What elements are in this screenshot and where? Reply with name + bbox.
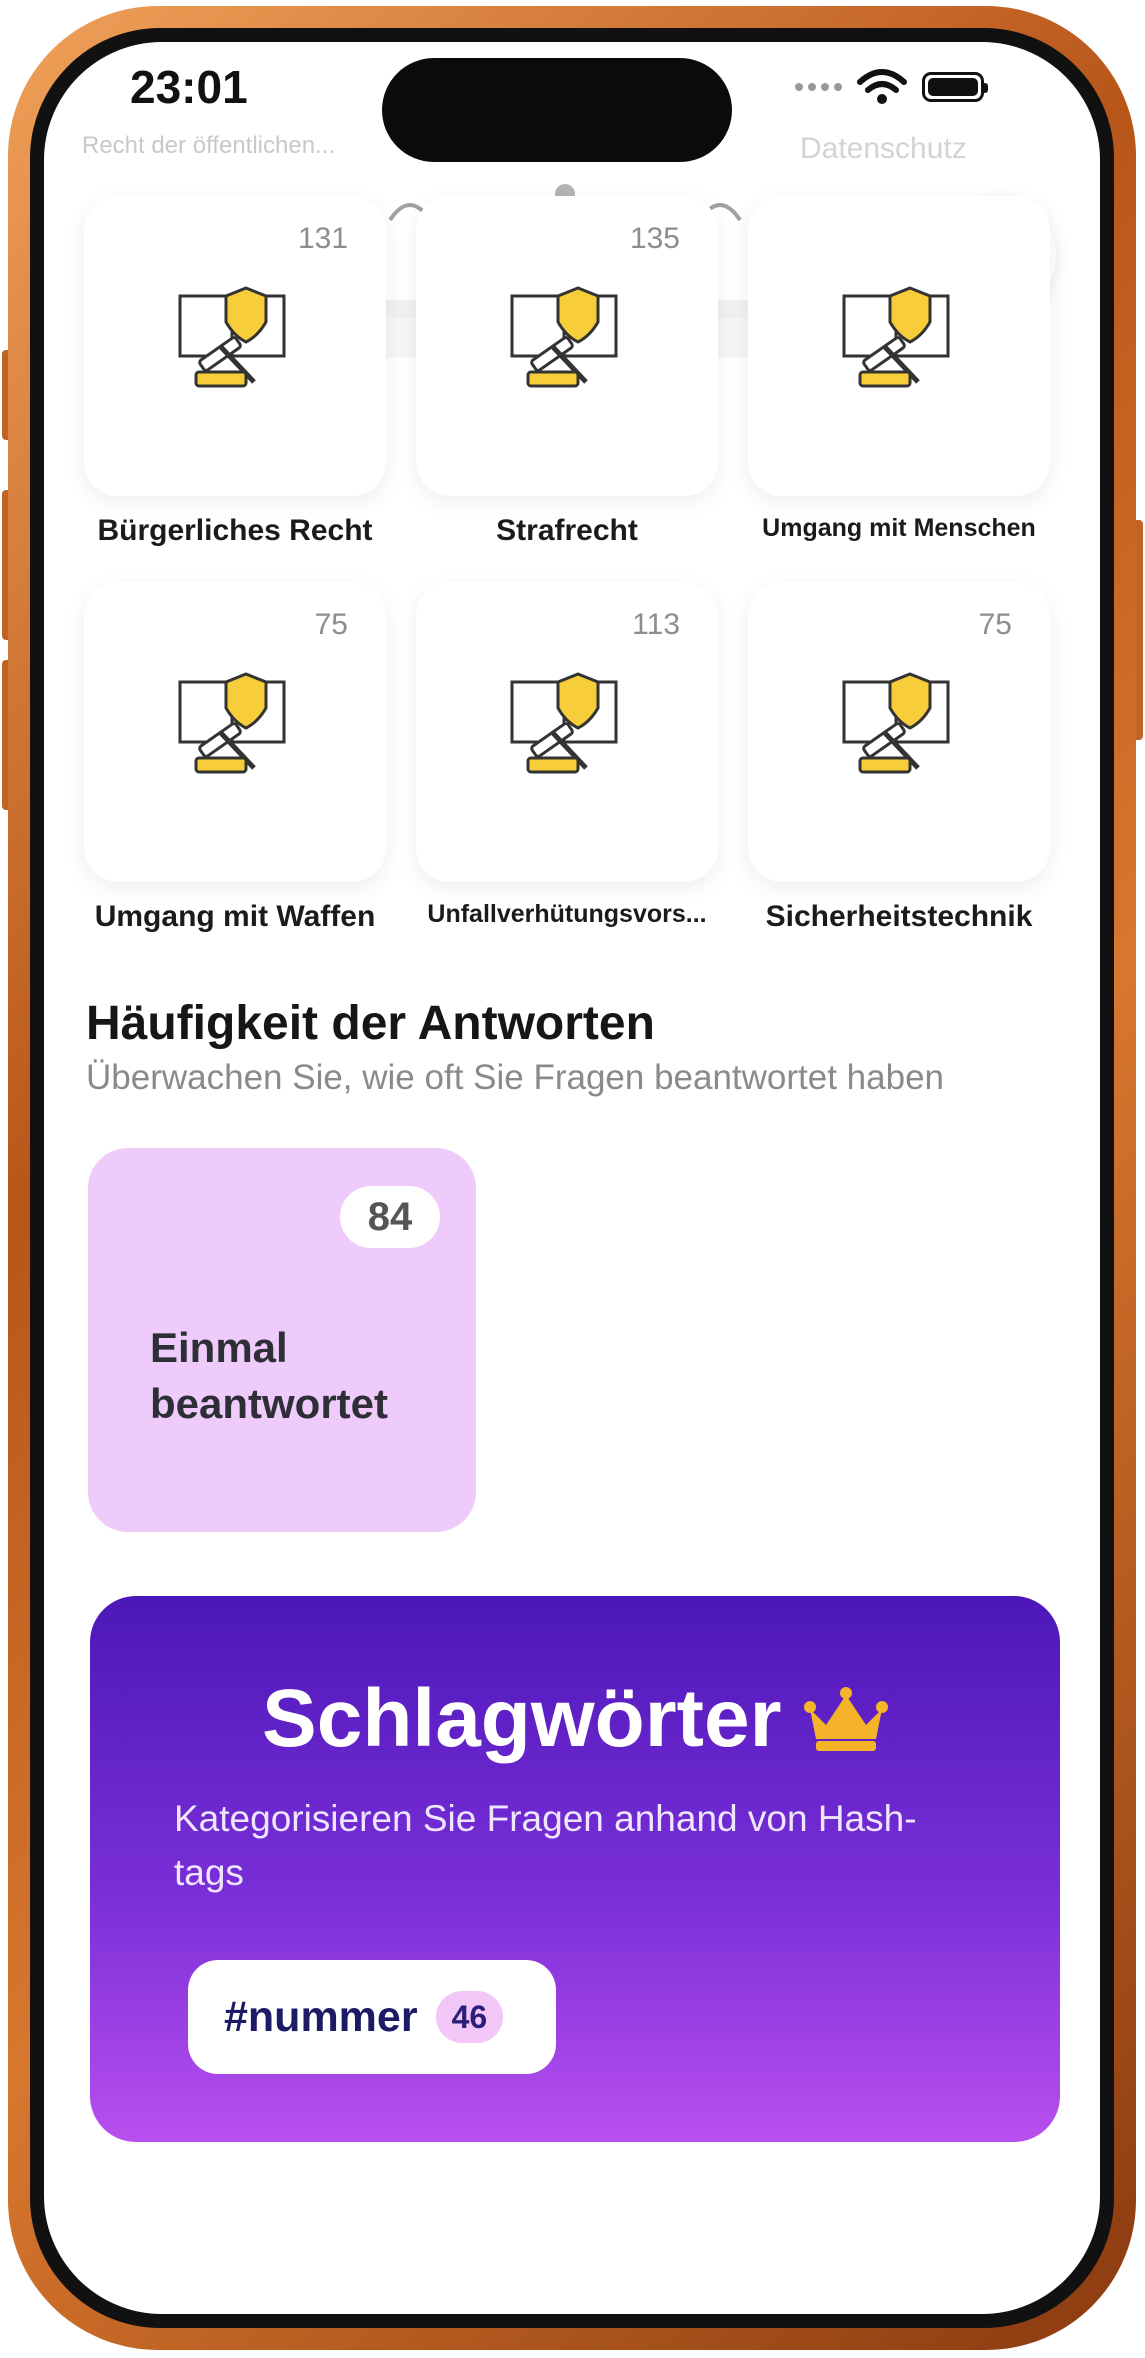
question-count: 131: [297, 222, 348, 255]
status-time: 23:01: [130, 61, 248, 113]
category-label: Sicherheitstechnik: [765, 900, 1033, 933]
law-book-icon: [178, 286, 286, 388]
answered-once-card[interactable]: 84 Einmal beantwortet: [88, 1148, 476, 1532]
category-label: Umgang mit Waffen: [94, 900, 376, 933]
faded-nav-title: Recht der öffentlichen...: [82, 132, 336, 159]
law-book-icon: [842, 672, 950, 774]
hashtag-count: 46: [435, 1991, 504, 2043]
question-count: 113: [632, 608, 680, 641]
hashtag-chip[interactable]: #nummer 46: [188, 1960, 556, 2074]
category-tile-strafrecht[interactable]: 135: [416, 196, 718, 496]
hashtag-name: #nummer: [224, 1992, 418, 2041]
status-indicators: [795, 68, 988, 106]
question-count: 135: [629, 222, 680, 255]
law-book-icon: [510, 672, 618, 774]
answer-card-label: Einmal beantwortet: [150, 1324, 389, 1427]
law-book-icon: [510, 286, 618, 388]
section-subtitle: Überwachen Sie, wie oft Sie Fragen beant…: [86, 1058, 945, 1097]
premium-title: Schlagwörter: [262, 1673, 782, 1764]
category-tile-sicherheitstechnik[interactable]: 75: [748, 582, 1050, 882]
premium-title-row: Schlagwörter: [90, 1672, 1060, 1766]
law-book-icon: [178, 672, 286, 774]
section-title: Häufigkeit der Antworten: [86, 997, 655, 1050]
keywords-premium-card[interactable]: Schlagwörter Kategorisieren Sie Fragen a…: [90, 1596, 1060, 2142]
category-tile-umgang-mit-menschen[interactable]: [748, 196, 1050, 496]
question-count: 75: [314, 608, 348, 641]
battery-icon: [922, 72, 988, 102]
signal-icon: [795, 83, 842, 91]
privacy-link[interactable]: Datenschutz: [800, 132, 967, 166]
category-tile-umgang-mit-waffen[interactable]: 75: [84, 582, 386, 882]
law-book-icon: [842, 286, 950, 388]
category-label: Unfallverhütungsvors...: [427, 900, 707, 928]
wifi-icon: [857, 69, 907, 104]
answer-count-badge: 84: [340, 1186, 440, 1248]
category-label: Bürgerliches Recht: [97, 514, 373, 547]
question-count: 75: [978, 608, 1012, 641]
category-tile-buergerliches-recht[interactable]: 131: [84, 196, 386, 496]
category-label: Umgang mit Menschen: [762, 514, 1036, 542]
crown-icon: [803, 1687, 888, 1751]
premium-subtitle: Kategorisieren Sie Fragen anhand von Has…: [174, 1798, 917, 1893]
category-tile-unfallverhuetung[interactable]: 113: [416, 582, 718, 882]
category-label: Strafrecht: [496, 514, 638, 547]
dynamic-island: [382, 58, 732, 162]
